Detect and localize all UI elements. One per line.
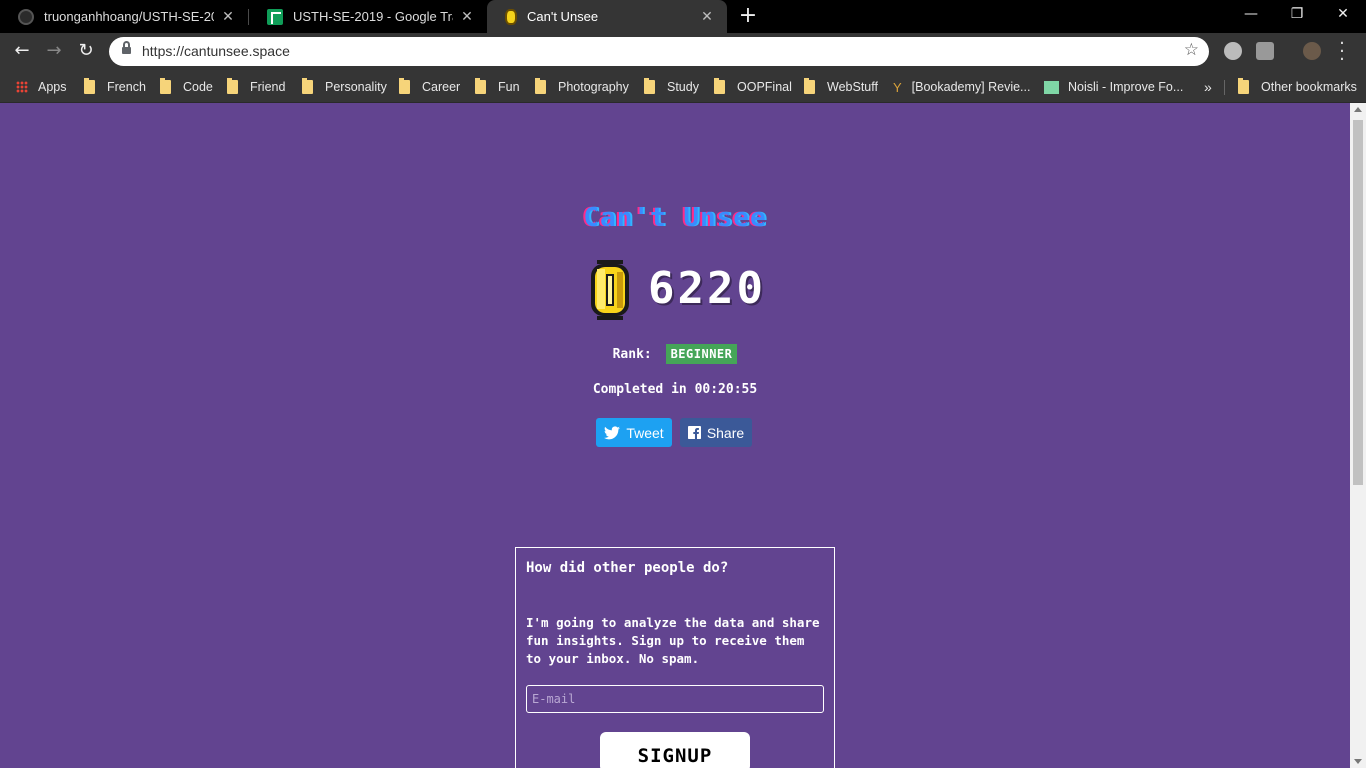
bookmark-folder[interactable]: Career — [399, 77, 460, 97]
folder-icon — [160, 78, 171, 94]
bookmark-label: Noisli - Improve Fo... — [1068, 80, 1184, 94]
back-button[interactable]: ← — [10, 39, 34, 63]
bookmarks-separator — [1224, 80, 1225, 95]
score: 6220 — [648, 263, 766, 314]
noisli-icon — [1044, 80, 1059, 94]
lock-icon[interactable] — [122, 41, 131, 56]
apps-grid-icon — [16, 81, 28, 93]
signup-description: I'm going to analyze the data and share … — [526, 615, 820, 666]
folder-icon — [302, 78, 313, 94]
bookmark-folder[interactable]: Code — [160, 77, 213, 97]
folder-icon — [535, 78, 546, 94]
bookmark-bookademy[interactable]: Y [Bookademy] Revie... — [893, 77, 1030, 97]
close-icon[interactable]: ✕ — [699, 9, 715, 25]
bookmark-star-icon[interactable]: ☆ — [1184, 40, 1199, 60]
tab-github[interactable]: truonganhhoang/USTH-SE-2019: ... ✕ — [0, 0, 248, 33]
download-extension-icon[interactable] — [1256, 42, 1274, 60]
bookmark-folder[interactable]: Study — [644, 77, 699, 97]
signup-box: How did other people do? I'm going to an… — [515, 547, 835, 768]
folder-icon — [475, 78, 486, 94]
folder-icon — [804, 78, 815, 94]
folder-icon — [644, 78, 655, 94]
folder-icon — [714, 78, 725, 94]
minimize-button[interactable]: — — [1228, 0, 1274, 30]
sheets-icon — [267, 8, 283, 25]
coin-icon — [505, 8, 517, 25]
signup-button[interactable]: SIGNUP — [600, 732, 750, 768]
bookmark-folder[interactable]: OOPFinal — [714, 77, 792, 97]
bookmark-label: Photography — [558, 80, 629, 94]
folder-icon — [399, 78, 410, 94]
bookmark-label: Apps — [38, 80, 67, 94]
extension-icon[interactable] — [1224, 42, 1242, 60]
bookmark-label: Friend — [250, 80, 286, 94]
completed-label: Completed in — [592, 382, 687, 397]
folder-icon — [227, 78, 238, 94]
facebook-icon — [687, 426, 701, 439]
bookmark-folder[interactable]: WebStuff — [804, 77, 878, 97]
rank-row: Rank: BEGINNER — [0, 344, 1350, 364]
bookmark-other[interactable]: Other bookmarks — [1238, 77, 1357, 97]
tweet-button[interactable]: Tweet — [596, 418, 672, 447]
bookmark-label: Other bookmarks — [1261, 80, 1357, 94]
bookmark-label: Code — [183, 80, 213, 94]
bookmark-label: Study — [667, 80, 699, 94]
bookmark-label: [Bookademy] Revie... — [911, 80, 1031, 94]
new-tab-button[interactable]: + — [735, 4, 761, 30]
bookmark-folder[interactable]: Friend — [227, 77, 285, 97]
close-window-button[interactable]: ✕ — [1320, 0, 1366, 30]
bookmark-folder[interactable]: Photography — [535, 77, 629, 97]
tab-cant-unsee[interactable]: Can't Unsee ✕ — [487, 0, 727, 33]
profile-avatar[interactable] — [1303, 42, 1321, 60]
bookmark-folder[interactable]: Personality — [302, 77, 387, 97]
folder-icon — [84, 78, 95, 94]
bookmark-folder[interactable]: Fun — [475, 77, 520, 97]
coin-icon — [591, 260, 629, 320]
bookmark-label: Career — [422, 80, 461, 94]
bookmark-label: French — [107, 80, 146, 94]
close-icon[interactable]: ✕ — [459, 9, 475, 25]
tab-title: Can't Unsee — [527, 9, 599, 24]
forward-button[interactable]: → — [42, 39, 66, 63]
bookmark-folder[interactable]: French — [84, 77, 146, 97]
restore-button[interactable]: ❐ — [1274, 0, 1320, 30]
browser-toolbar: ← → ↻ https://cantunsee.space ☆ · · · — [0, 33, 1366, 70]
completed-time: 00:20:55 — [694, 382, 758, 397]
bookmark-label: Personality — [325, 80, 387, 94]
signup-heading: How did other people do? — [526, 560, 729, 576]
email-field[interactable] — [526, 685, 824, 713]
game-title: Can't Unsee — [583, 203, 767, 233]
scroll-down-arrow-icon[interactable] — [1354, 759, 1362, 764]
completion-time: Completed in 00:20:55 — [0, 382, 1350, 397]
github-icon — [18, 8, 34, 25]
tab-sheets[interactable]: USTH-SE-2019 - Google Trang tính ✕ — [249, 0, 487, 33]
twitter-icon — [604, 425, 621, 439]
scrollbar-thumb[interactable] — [1353, 120, 1363, 485]
bookmark-label: WebStuff — [827, 80, 878, 94]
page-content: Can't Unsee 6220 Rank: BEGINNER Complete… — [0, 103, 1350, 768]
page-scrollbar[interactable] — [1350, 103, 1366, 768]
rank-badge: BEGINNER — [665, 344, 738, 364]
tweet-label: Tweet — [626, 424, 664, 441]
bookmarks-overflow-button[interactable]: » — [1204, 77, 1212, 97]
close-icon[interactable]: ✕ — [220, 9, 236, 25]
tab-title: truonganhhoang/USTH-SE-2019: ... — [44, 9, 214, 24]
share-label: Share — [706, 424, 745, 441]
bookmark-label: OOPFinal — [737, 80, 792, 94]
tab-title: USTH-SE-2019 - Google Trang tính — [293, 9, 453, 24]
address-bar[interactable]: https://cantunsee.space ☆ — [109, 37, 1209, 66]
bookmarks-bar: Apps French Code Friend Personality Care… — [0, 70, 1366, 103]
url-text[interactable]: https://cantunsee.space — [142, 43, 290, 59]
folder-icon — [1238, 78, 1249, 94]
bookmark-apps[interactable]: Apps — [16, 77, 67, 97]
menu-icon[interactable]: · · · — [1337, 35, 1347, 69]
facebook-share-button[interactable]: Share — [680, 418, 752, 447]
rank-label: Rank: — [612, 347, 652, 362]
reload-button[interactable]: ↻ — [74, 39, 98, 63]
tab-strip: truonganhhoang/USTH-SE-2019: ... ✕ USTH-… — [0, 0, 1366, 33]
bookmark-label: Fun — [498, 80, 520, 94]
scroll-up-arrow-icon[interactable] — [1354, 107, 1362, 112]
bookademy-icon: Y — [893, 79, 902, 95]
bookmark-noisli[interactable]: Noisli - Improve Fo... — [1044, 77, 1183, 97]
